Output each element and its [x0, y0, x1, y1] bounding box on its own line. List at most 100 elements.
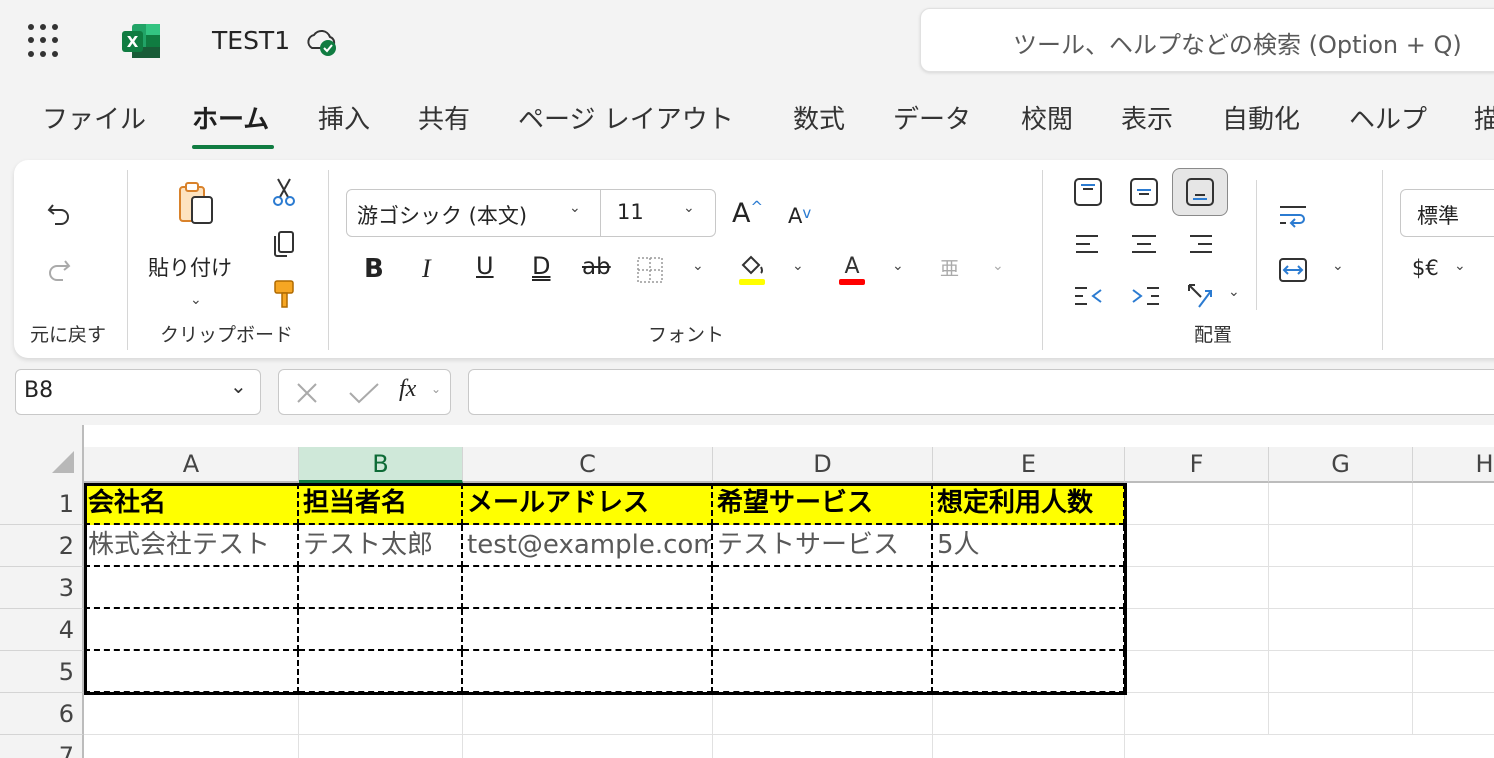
select-all-corner[interactable] — [0, 425, 84, 483]
grid-cell[interactable] — [1125, 651, 1269, 693]
grid-cell[interactable] — [84, 735, 299, 758]
cell-c1[interactable]: メールアドレス — [463, 483, 713, 525]
tab-share[interactable]: 共有 — [418, 100, 470, 140]
tab-home[interactable]: ホーム — [192, 100, 269, 140]
cell-d1[interactable]: 希望サービス — [713, 483, 933, 525]
column-header-g[interactable]: G — [1269, 447, 1413, 483]
grid-cell[interactable] — [1413, 651, 1494, 693]
name-box-chevron-down-icon[interactable]: ⌄ — [230, 374, 247, 398]
font-color-chevron-down-icon[interactable]: ⌄ — [892, 258, 904, 274]
table-cell[interactable] — [84, 651, 299, 693]
wrap-text-icon[interactable] — [1276, 200, 1310, 232]
tab-help[interactable]: ヘルプ — [1349, 100, 1427, 140]
borders-icon[interactable] — [636, 256, 664, 284]
bold-button[interactable]: B — [364, 254, 384, 284]
search-box[interactable]: ツール、ヘルプなどの検索 (Option + Q) — [920, 8, 1494, 72]
cancel-icon[interactable] — [293, 380, 321, 406]
cell-a2[interactable]: 株式会社テスト — [84, 525, 299, 567]
grid-cell[interactable] — [299, 693, 463, 735]
cell-b1[interactable]: 担当者名 — [299, 483, 463, 525]
tab-page-layout[interactable]: ページ レイアウト — [518, 100, 734, 140]
table-cell[interactable] — [463, 651, 713, 693]
orientation-chevron-down-icon[interactable]: ⌄ — [1228, 284, 1240, 300]
phonetic-chevron-down-icon[interactable]: ⌄ — [992, 258, 1004, 274]
phonetic-guide-button[interactable]: 亜 — [940, 254, 959, 281]
grid-cell[interactable] — [1125, 483, 1269, 525]
fill-color-chevron-down-icon[interactable]: ⌄ — [792, 258, 804, 274]
borders-chevron-down-icon[interactable]: ⌄ — [692, 258, 704, 274]
table-cell[interactable] — [299, 567, 463, 609]
grid-cell[interactable] — [1413, 567, 1494, 609]
table-cell[interactable] — [933, 567, 1125, 609]
table-cell[interactable] — [463, 567, 713, 609]
grow-font-button[interactable]: A^ — [732, 198, 763, 229]
document-title[interactable]: TEST1 — [212, 24, 290, 58]
cell-e2[interactable]: 5人 — [933, 525, 1125, 567]
align-right-icon[interactable] — [1184, 228, 1216, 260]
grid-cell[interactable] — [1125, 609, 1269, 651]
grid-cell[interactable] — [463, 693, 713, 735]
app-launcher-icon[interactable] — [28, 24, 62, 58]
cell-b2[interactable]: テスト太郎 — [299, 525, 463, 567]
grid-cell[interactable] — [933, 735, 1125, 758]
align-middle-icon[interactable] — [1128, 176, 1160, 208]
row-header-6[interactable]: 6 — [0, 693, 84, 735]
align-bottom-icon[interactable] — [1172, 168, 1228, 216]
cell-e1[interactable]: 想定利用人数 — [933, 483, 1125, 525]
undo-icon[interactable] — [42, 196, 76, 230]
tab-data[interactable]: データ — [893, 100, 971, 140]
table-cell[interactable] — [933, 609, 1125, 651]
tab-view[interactable]: 表示 — [1121, 100, 1173, 140]
paste-icon[interactable] — [174, 180, 218, 228]
grid-cell[interactable] — [463, 735, 713, 758]
row-header-7[interactable]: 7 — [0, 735, 84, 758]
strikethrough-button[interactable]: ab — [582, 254, 611, 280]
increase-indent-icon[interactable] — [1128, 280, 1162, 312]
italic-button[interactable]: I — [422, 254, 431, 284]
grid-cell[interactable] — [1269, 567, 1413, 609]
column-header-d[interactable]: D — [713, 447, 933, 483]
grid-cell[interactable] — [1125, 693, 1269, 735]
underline-button[interactable]: U — [476, 252, 494, 280]
column-header-b[interactable]: B — [299, 447, 463, 483]
align-left-icon[interactable] — [1072, 228, 1104, 260]
cell-c2[interactable]: test@example.com — [463, 525, 713, 567]
paste-label[interactable]: 貼り付け — [148, 252, 232, 282]
currency-format-button[interactable]: $€ — [1412, 256, 1439, 280]
row-header-1[interactable]: 1 — [0, 483, 84, 525]
column-header-h[interactable]: H — [1413, 447, 1494, 483]
tab-automate[interactable]: 自動化 — [1222, 100, 1300, 140]
grid-cell[interactable] — [1413, 609, 1494, 651]
format-painter-icon[interactable] — [268, 278, 300, 310]
grid-cell[interactable] — [933, 693, 1125, 735]
font-color-icon[interactable]: A — [836, 250, 868, 288]
grid-cell[interactable] — [1269, 483, 1413, 525]
grid-cell[interactable] — [713, 735, 933, 758]
cloud-saved-icon[interactable] — [304, 26, 340, 62]
column-header-e[interactable]: E — [933, 447, 1125, 483]
double-underline-button[interactable]: D — [532, 252, 550, 280]
tab-review[interactable]: 校閲 — [1021, 100, 1073, 140]
grid-cell[interactable] — [1125, 567, 1269, 609]
tab-insert[interactable]: 挿入 — [318, 100, 370, 140]
currency-chevron-down-icon[interactable]: ⌄ — [1454, 258, 1466, 274]
column-header-a[interactable]: A — [84, 447, 299, 483]
insert-function-button[interactable]: fx — [399, 376, 416, 403]
align-center-icon[interactable] — [1128, 228, 1160, 260]
table-cell[interactable] — [84, 609, 299, 651]
grid-cell[interactable] — [1269, 525, 1413, 567]
table-cell[interactable] — [299, 609, 463, 651]
merge-chevron-down-icon[interactable]: ⌄ — [1332, 258, 1344, 274]
redo-icon[interactable] — [42, 252, 76, 286]
grid-cell[interactable] — [84, 693, 299, 735]
grid-cell[interactable] — [299, 735, 463, 758]
shrink-font-button[interactable]: Av — [788, 204, 811, 228]
tab-draw[interactable]: 描 — [1474, 100, 1494, 140]
table-cell[interactable] — [84, 567, 299, 609]
cut-icon[interactable] — [268, 176, 300, 208]
font-size-value[interactable]: 11 — [617, 200, 644, 224]
orientation-icon[interactable] — [1184, 280, 1218, 312]
fx-chevron-down-icon[interactable]: ⌄ — [431, 382, 441, 396]
formula-input[interactable] — [468, 369, 1494, 415]
decrease-indent-icon[interactable] — [1072, 280, 1106, 312]
